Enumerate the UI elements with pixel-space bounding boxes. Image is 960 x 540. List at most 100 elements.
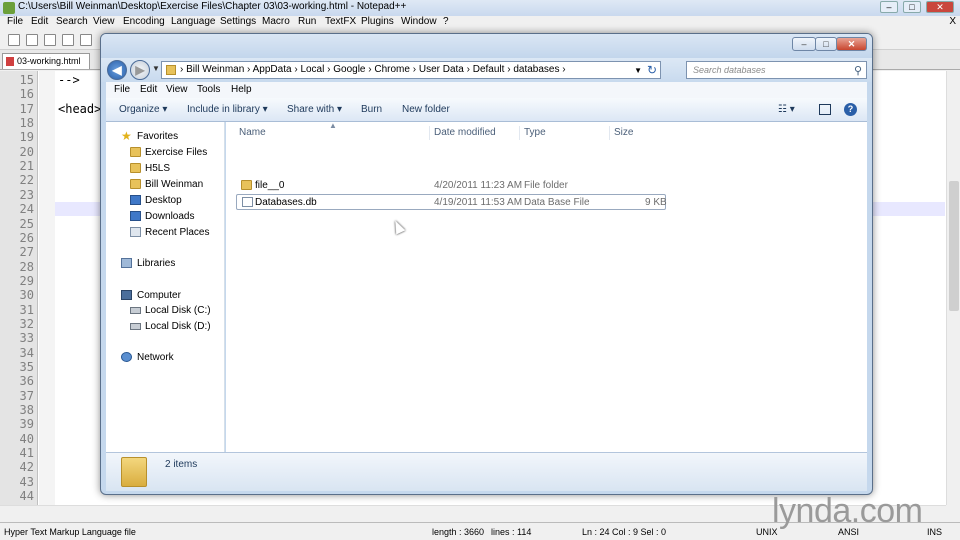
explorer-close-button[interactable]: ✕ bbox=[836, 37, 867, 51]
column-header-type[interactable]: Type bbox=[524, 127, 546, 138]
line-number: 28 bbox=[19, 259, 34, 274]
menu-help[interactable]: ? bbox=[443, 16, 449, 27]
include-in-library-button[interactable]: Include in library ▾ bbox=[187, 104, 268, 115]
search-placeholder: Search databases bbox=[693, 65, 766, 75]
change-view-icon[interactable]: ☷ ▾ bbox=[778, 104, 795, 115]
line-number: 40 bbox=[19, 431, 34, 446]
explorer-minimize-button[interactable]: – bbox=[792, 37, 816, 51]
column-header-name[interactable]: Name bbox=[239, 127, 266, 138]
line-number: 22 bbox=[19, 173, 34, 188]
nav-local-disk-c[interactable]: Local Disk (C:) bbox=[145, 305, 211, 316]
menu-edit[interactable]: Edit bbox=[31, 16, 48, 27]
menu-window[interactable]: Window bbox=[401, 16, 437, 27]
open-file-icon[interactable] bbox=[26, 34, 38, 46]
save-all-icon[interactable] bbox=[62, 34, 74, 46]
explorer-maximize-button[interactable]: □ bbox=[815, 37, 837, 51]
close-button[interactable]: ✕ bbox=[926, 1, 954, 13]
new-file-icon[interactable] bbox=[8, 34, 20, 46]
close-document-button[interactable]: X bbox=[949, 16, 956, 27]
menu-macro[interactable]: Macro bbox=[262, 16, 290, 27]
status-length: length : 3660 bbox=[432, 527, 485, 537]
list-item[interactable]: Databases.db 4/19/2011 11:53 AM Data Bas… bbox=[236, 194, 667, 210]
explorer-menu-edit[interactable]: Edit bbox=[140, 84, 157, 95]
folder-icon bbox=[130, 147, 141, 157]
computer-icon bbox=[121, 290, 132, 300]
menu-plugins[interactable]: Plugins bbox=[361, 16, 394, 27]
menu-search[interactable]: Search bbox=[56, 16, 88, 27]
organize-button[interactable]: Organize ▾ bbox=[119, 104, 167, 115]
column-divider[interactable] bbox=[429, 126, 430, 140]
explorer-menu-view[interactable]: View bbox=[166, 84, 188, 95]
column-header-size[interactable]: Size bbox=[614, 127, 633, 138]
menu-language[interactable]: Language bbox=[171, 16, 216, 27]
line-number: 33 bbox=[19, 331, 34, 346]
explorer-menu-file[interactable]: File bbox=[114, 84, 130, 95]
address-dropdown-icon[interactable]: ▼ bbox=[634, 66, 642, 75]
nav-downloads[interactable]: Downloads bbox=[145, 211, 194, 222]
back-arrow-icon[interactable]: ◀ bbox=[107, 60, 127, 80]
tab-03-working[interactable]: 03-working.html bbox=[2, 53, 90, 69]
crumb-google[interactable]: Google bbox=[333, 64, 365, 75]
refresh-icon[interactable]: ↻ bbox=[647, 63, 657, 77]
burn-button[interactable]: Burn bbox=[361, 104, 382, 115]
line-number: 30 bbox=[19, 288, 34, 303]
explorer-menu-tools[interactable]: Tools bbox=[197, 84, 220, 95]
nav-local-disk-d[interactable]: Local Disk (D:) bbox=[145, 321, 211, 332]
column-divider[interactable] bbox=[609, 126, 610, 140]
nav-libraries[interactable]: Libraries bbox=[137, 258, 175, 269]
folder-icon bbox=[130, 163, 141, 173]
crumb-databases[interactable]: databases bbox=[513, 64, 559, 75]
crumb-default[interactable]: Default bbox=[473, 64, 505, 75]
command-bar: Organize ▾ Include in library ▾ Share wi… bbox=[106, 98, 867, 122]
menu-textfx[interactable]: TextFX bbox=[325, 16, 356, 27]
search-icon[interactable]: ⚲ bbox=[854, 64, 862, 77]
column-divider[interactable] bbox=[519, 126, 520, 140]
recent-pages-dropdown-icon[interactable]: ▼ bbox=[152, 64, 160, 73]
forward-arrow-icon[interactable]: ▶ bbox=[130, 60, 150, 80]
crumb-user-data[interactable]: User Data bbox=[419, 64, 464, 75]
maximize-button[interactable]: □ bbox=[903, 1, 921, 13]
crumb-bill-weinman[interactable]: Bill Weinman bbox=[186, 64, 244, 75]
crumb-chrome[interactable]: Chrome bbox=[374, 64, 410, 75]
address-bar[interactable]: › Bill Weinman › AppData › Local › Googl… bbox=[161, 61, 661, 79]
line-number: 38 bbox=[19, 403, 34, 418]
line-number: 37 bbox=[19, 388, 34, 403]
nav-network[interactable]: Network bbox=[137, 352, 174, 363]
line-number: 20 bbox=[19, 144, 34, 159]
save-icon[interactable] bbox=[44, 34, 56, 46]
menu-run[interactable]: Run bbox=[298, 16, 316, 27]
libraries-icon bbox=[121, 258, 132, 268]
nav-exercise-files[interactable]: Exercise Files bbox=[145, 147, 207, 158]
close-file-icon[interactable] bbox=[80, 34, 92, 46]
share-with-button[interactable]: Share with ▾ bbox=[287, 104, 342, 115]
menu-settings[interactable]: Settings bbox=[220, 16, 256, 27]
notepad-title-bar: C:\Users\Bill Weinman\Desktop\Exercise F… bbox=[0, 0, 960, 16]
crumb-local[interactable]: Local bbox=[300, 64, 324, 75]
help-icon[interactable]: ? bbox=[844, 103, 857, 116]
nav-computer[interactable]: Computer bbox=[137, 290, 181, 301]
menu-view[interactable]: View bbox=[93, 16, 115, 27]
nav-desktop[interactable]: Desktop bbox=[145, 195, 182, 206]
nav-recent-places[interactable]: Recent Places bbox=[145, 227, 209, 238]
preview-pane-icon[interactable] bbox=[819, 104, 831, 115]
menu-encoding[interactable]: Encoding bbox=[123, 16, 165, 27]
list-item[interactable]: file__0 4/20/2011 11:23 AM File folder bbox=[236, 178, 666, 194]
new-folder-button[interactable]: New folder bbox=[402, 104, 450, 115]
nav-h5ls[interactable]: H5LS bbox=[145, 163, 170, 174]
minimize-button[interactable]: – bbox=[880, 1, 898, 13]
nav-bill-weinman[interactable]: Bill Weinman bbox=[145, 179, 203, 190]
recent-places-icon bbox=[130, 227, 141, 237]
explorer-menu-help[interactable]: Help bbox=[231, 84, 252, 95]
column-header-date-modified[interactable]: Date modified bbox=[434, 127, 496, 138]
status-insert-mode: INS bbox=[927, 527, 943, 537]
downloads-icon bbox=[130, 211, 141, 221]
line-number: 27 bbox=[19, 245, 34, 260]
nav-favorites[interactable]: Favorites bbox=[137, 131, 178, 142]
status-language: Hyper Text Markup Language file bbox=[4, 527, 136, 537]
scroll-thumb[interactable] bbox=[949, 181, 959, 311]
vertical-scrollbar[interactable] bbox=[946, 71, 960, 505]
breadcrumb: › Bill Weinman › AppData › Local › Googl… bbox=[180, 64, 566, 75]
search-input[interactable]: Search databases ⚲ bbox=[686, 61, 867, 79]
menu-file[interactable]: File bbox=[7, 16, 23, 27]
crumb-appdata[interactable]: AppData bbox=[253, 64, 292, 75]
